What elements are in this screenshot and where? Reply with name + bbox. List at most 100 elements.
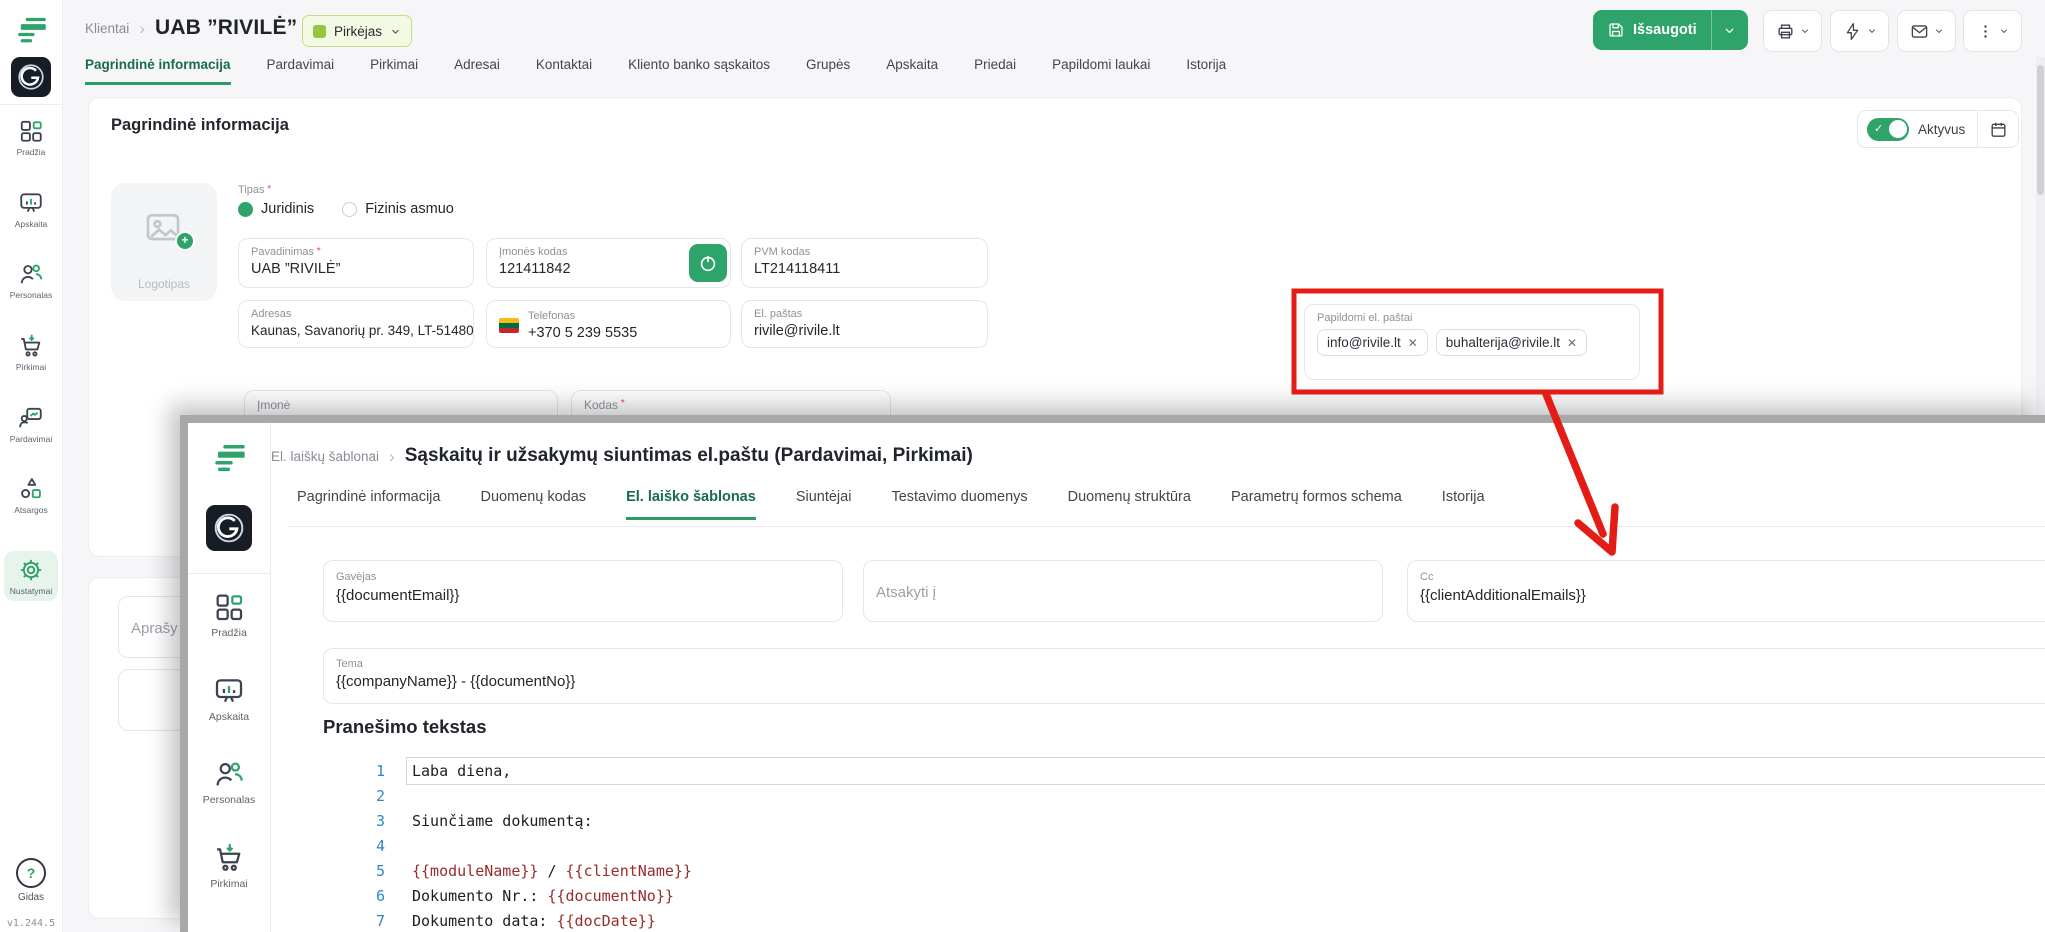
tab-testavimo-duomenys[interactable]: Testavimo duomenys (891, 489, 1027, 520)
template-variable: {{docDate}} (557, 912, 656, 930)
sidebar-item-atsargos[interactable]: Atsargos (0, 476, 62, 515)
recipient-field[interactable]: Gavėjas {{documentEmail}} (323, 560, 843, 622)
tab-kliento-banko-saskaitos[interactable]: Kliento banko sąskaitos (628, 57, 770, 85)
recipient-value: {{documentEmail}} (336, 587, 830, 604)
chip-remove-icon[interactable]: ✕ (1408, 336, 1418, 350)
sidebar-item-pirkimai[interactable]: Pirkimai (188, 842, 270, 890)
address-field[interactable]: Adresas Kaunas, Savanorių pr. 349, LT-51… (238, 300, 474, 348)
overlay-page-title: Sąskaitų ir užsakymų siuntimas el.paštu … (405, 445, 973, 467)
actions-button[interactable] (1830, 10, 1889, 52)
additional-emails-field[interactable]: Papildomi el. paštai info@rivile.lt ✕ bu… (1304, 304, 1640, 380)
logo-upload[interactable]: + Logotipas (111, 183, 217, 301)
kebab-dots-icon (1977, 23, 1994, 40)
email-chip[interactable]: buhalterija@rivile.lt ✕ (1436, 329, 1587, 356)
sidebar-item-pirkimai[interactable]: Pirkimai (0, 333, 62, 372)
email-field[interactable]: El. paštas rivile@rivile.lt (741, 300, 988, 348)
name-field[interactable]: Pavadinimas UAB ”RIVILĖ” (238, 238, 474, 288)
code-text: / (538, 862, 565, 880)
sidebar-item-pradzia[interactable]: Pradžia (188, 591, 270, 639)
tab-istorija[interactable]: Istorija (1186, 57, 1226, 85)
type-radio-group: Juridinis Fizinis asmuo (238, 201, 482, 217)
overlay-sidebar: Pradžia Apskaita Personalas Pirkimai (188, 423, 271, 932)
dashboard-icon (188, 591, 270, 623)
type-label: Tipas (238, 184, 271, 196)
radio-juridinis[interactable] (238, 202, 253, 217)
cc-value: {{clientAdditionalEmails}} (1420, 587, 2045, 604)
tab-kontaktai[interactable]: Kontaktai (536, 57, 592, 85)
active-toggle[interactable]: ✓ (1867, 118, 1909, 141)
phone-field[interactable]: Telefonas +370 5 239 5535 (486, 300, 731, 348)
tab-duomenu-kodas[interactable]: Duomenų kodas (480, 489, 586, 520)
name-field-value: UAB ”RIVILĖ” (251, 261, 461, 277)
power-circle-icon (697, 252, 719, 274)
line-number: 6 (323, 887, 385, 905)
reply-to-field[interactable]: Atsakyti į (863, 560, 1383, 622)
cart-icon (188, 842, 270, 874)
tab-pirkimai[interactable]: Pirkimai (370, 57, 418, 85)
sidebar-item-personalas[interactable]: Personalas (0, 261, 62, 300)
registry-lookup-button[interactable] (689, 244, 727, 282)
more-menu-button[interactable] (1963, 10, 2022, 52)
print-button[interactable] (1763, 10, 1822, 52)
tab-pardavimai[interactable]: Pardavimai (267, 57, 335, 85)
code-text: Dokumento Nr.: (412, 887, 547, 905)
radio-fizinis-asmuo[interactable] (342, 202, 357, 217)
tab-adresai[interactable]: Adresai (454, 57, 500, 85)
tab-duomenu-struktura[interactable]: Duomenų struktūra (1068, 489, 1191, 520)
subject-field[interactable]: Tema {{companyName}} - {{documentNo}} (323, 648, 2045, 704)
lithuania-flag-icon[interactable] (499, 318, 519, 333)
sidebar-item-label: Pradžia (188, 627, 270, 639)
tab-siuntejai[interactable]: Siuntėjai (796, 489, 852, 520)
phone-label: Telefonas (528, 310, 637, 322)
main-sidebar: Pradžia Apskaita Personalas Pirkimai Par… (0, 0, 63, 932)
sidebar-item-gidas[interactable]: ? Gidas (0, 858, 62, 903)
email-button[interactable] (1897, 10, 1956, 52)
code-text: Laba diena, (412, 762, 511, 780)
radio-juridinis-label[interactable]: Juridinis (261, 201, 314, 217)
tab-pagrindine-informacija[interactable]: Pagrindinė informacija (297, 489, 440, 520)
sidebar-item-personalas[interactable]: Personalas (188, 758, 270, 806)
g-app-logo[interactable] (11, 57, 51, 97)
tab-pagrindine-informacija[interactable]: Pagrindinė informacija (85, 57, 231, 85)
email-template-window: Pradžia Apskaita Personalas Pirkimai El.… (180, 415, 2045, 932)
tab-papildomi-laukai[interactable]: Papildomi laukai (1052, 57, 1150, 85)
active-toggle-group: ✓ Aktyvus (1857, 110, 2019, 148)
tab-el-laisko-sablonas[interactable]: El. laiško šablonas (626, 489, 756, 520)
g-app-logo[interactable] (206, 505, 252, 551)
validity-date-button[interactable] (1977, 111, 2018, 147)
sidebar-item-label: Pradžia (0, 147, 62, 157)
question-icon: ? (16, 858, 46, 888)
editor-line: 5 {{moduleName}} / {{clientName}} (323, 858, 692, 883)
sidebar-item-nustatymai[interactable]: Nustatymai (4, 551, 58, 601)
rivile-logo-icon[interactable] (14, 16, 50, 46)
company-field-label: Įmonė (257, 398, 545, 412)
email-value: rivile@rivile.lt (754, 323, 975, 339)
sidebar-item-pardavimai[interactable]: Pardavimai (0, 405, 62, 444)
message-editor[interactable]: 1 Laba diena, 2 3 Siunčiame dokumentą: 4… (323, 758, 692, 932)
email-chip[interactable]: info@rivile.lt ✕ (1317, 329, 1428, 356)
cc-field[interactable]: Cc {{clientAdditionalEmails}} (1407, 560, 2045, 622)
chip-remove-icon[interactable]: ✕ (1567, 336, 1577, 350)
cart-icon (0, 333, 62, 359)
sidebar-item-label: Apskaita (0, 219, 62, 229)
rivile-logo-icon[interactable] (211, 443, 249, 475)
save-button[interactable]: Išsaugoti (1593, 10, 1748, 50)
sidebar-item-pradzia[interactable]: Pradžia (0, 118, 62, 157)
tab-grupes[interactable]: Grupės (806, 57, 850, 85)
save-dropdown-chevron-icon[interactable] (1711, 10, 1748, 50)
tab-priedai[interactable]: Priedai (974, 57, 1016, 85)
sidebar-divider (188, 573, 270, 574)
active-toggle-label: Aktyvus (1918, 122, 1965, 137)
tab-parametru-formos-schema[interactable]: Parametrų formos schema (1231, 489, 1402, 520)
vat-code-field[interactable]: PVM kodas LT214118411 (741, 238, 988, 288)
sidebar-item-apskaita[interactable]: Apskaita (188, 675, 270, 723)
breadcrumb-root[interactable]: El. laiškų šablonai (271, 449, 379, 464)
tab-istorija[interactable]: Istorija (1442, 489, 1485, 520)
tab-apskaita[interactable]: Apskaita (886, 57, 938, 85)
client-type-badge[interactable]: Pirkėjas (302, 15, 412, 47)
breadcrumb-root[interactable]: Klientai (85, 21, 129, 36)
radio-fizinis-asmuo-label[interactable]: Fizinis asmuo (365, 201, 454, 217)
scrollbar[interactable] (2036, 57, 2045, 415)
add-logo-plus-icon[interactable]: + (175, 231, 195, 251)
sidebar-item-apskaita[interactable]: Apskaita (0, 190, 62, 229)
